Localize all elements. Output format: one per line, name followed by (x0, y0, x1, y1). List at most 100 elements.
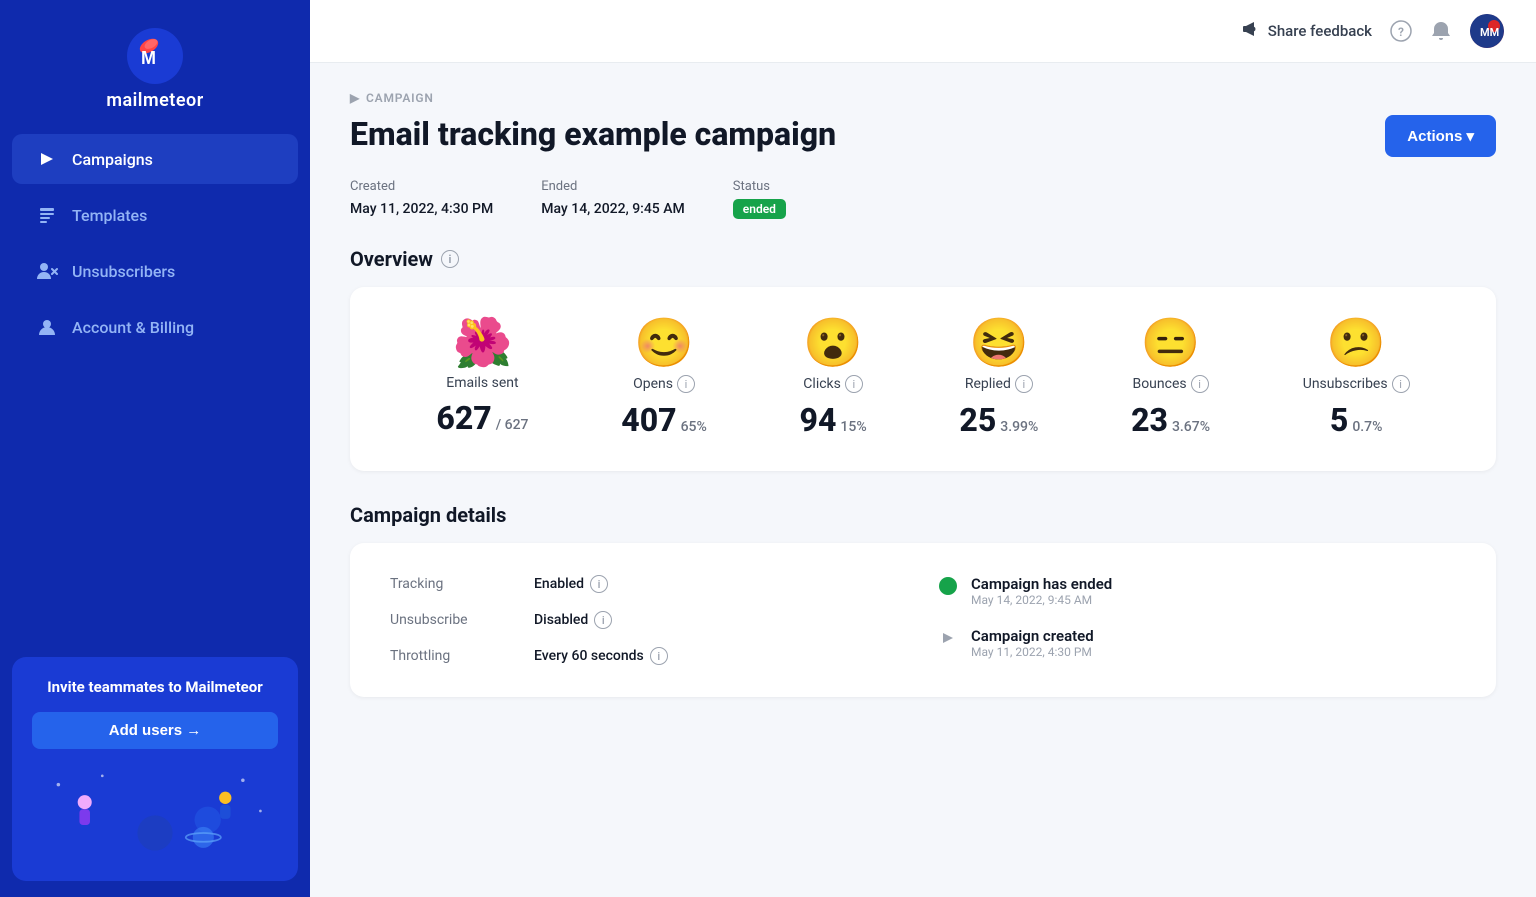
meta-created: Created May 11, 2022, 4:30 PM (350, 179, 493, 217)
meta-status: Status ended (733, 179, 786, 219)
help-icon[interactable]: ? (1390, 20, 1412, 42)
templates-icon (36, 204, 58, 226)
timeline-created-content: Campaign created May 11, 2022, 4:30 PM (971, 627, 1094, 659)
status-label: Status (733, 179, 786, 194)
add-users-button[interactable]: Add users → (32, 712, 278, 749)
timeline-created-title: Campaign created (971, 627, 1094, 645)
campaign-details-card: Tracking Enabled i Unsubscribe Disabled … (350, 543, 1496, 697)
stat-replied: 😆 Replied i 25 3.99% (959, 319, 1038, 439)
unsubscribes-label: Unsubscribes i (1303, 375, 1410, 393)
throttling-key: Throttling (390, 648, 510, 664)
logo-area: M mailmeteor (0, 0, 310, 131)
clicks-info-icon[interactable]: i (845, 375, 863, 393)
clicks-label: Clicks i (803, 375, 863, 393)
svg-text:?: ? (1398, 25, 1404, 39)
topbar: Share feedback ? MM (310, 0, 1536, 63)
timeline-ended-content: Campaign has ended May 14, 2022, 9:45 AM (971, 575, 1112, 607)
tracking-val: Enabled i (534, 575, 608, 593)
nav-campaigns-label: Campaigns (72, 150, 153, 169)
bounces-emoji: 😑 (1141, 319, 1201, 367)
invite-box: Invite teammates to Mailmeteor Add users… (12, 657, 298, 881)
timeline-ended-date: May 14, 2022, 9:45 AM (971, 593, 1112, 607)
invite-illustration (32, 761, 278, 861)
opens-value: 407 65% (621, 401, 707, 439)
created-label: Created (350, 179, 493, 194)
breadcrumb: ▶ CAMPAIGN (350, 91, 1496, 105)
detail-throttling: Throttling Every 60 seconds i (390, 647, 907, 665)
emails-sent-value: 627 / 627 (436, 399, 528, 437)
opens-emoji: 😊 (634, 319, 694, 367)
meta-row: Created May 11, 2022, 4:30 PM Ended May … (350, 179, 1496, 219)
nav-account-billing[interactable]: Account & Billing (12, 302, 298, 352)
throttling-val: Every 60 seconds i (534, 647, 668, 665)
stat-opens: 😊 Opens i 407 65% (621, 319, 707, 439)
unsubscribe-info-icon[interactable]: i (594, 611, 612, 629)
nav-templates-label: Templates (72, 206, 147, 225)
page-header: Email tracking example campaign Actions … (350, 115, 1496, 157)
page-title: Email tracking example campaign (350, 115, 836, 153)
details-grid: Tracking Enabled i Unsubscribe Disabled … (390, 575, 1456, 665)
bounces-value: 23 3.67% (1131, 401, 1210, 439)
overview-section-title: Overview i (350, 247, 1496, 271)
replied-value: 25 3.99% (959, 401, 1038, 439)
overview-info-icon[interactable]: i (441, 250, 459, 268)
account-icon (36, 316, 58, 338)
unsubscribes-value: 5 0.7% (1330, 401, 1383, 439)
bounces-info-icon[interactable]: i (1191, 375, 1209, 393)
nav-unsubscribers[interactable]: Unsubscribers (12, 246, 298, 296)
detail-tracking: Tracking Enabled i (390, 575, 907, 593)
unsubscribes-info-icon[interactable]: i (1392, 375, 1410, 393)
app-name: mailmeteor (106, 90, 203, 111)
timeline-arrow-icon (939, 629, 957, 647)
emails-sent-label: Emails sent (446, 375, 518, 391)
ended-value: May 14, 2022, 9:45 AM (541, 201, 685, 217)
replied-info-icon[interactable]: i (1015, 375, 1033, 393)
meta-ended: Ended May 14, 2022, 9:45 AM (541, 179, 685, 217)
timeline-created: Campaign created May 11, 2022, 4:30 PM (939, 627, 1456, 659)
emails-sent-emoji: 🌺 (453, 319, 513, 367)
opens-info-icon[interactable]: i (677, 375, 695, 393)
nav-campaigns[interactable]: Campaigns (12, 134, 298, 184)
unsubscribe-key: Unsubscribe (390, 612, 510, 628)
share-feedback-label: Share feedback (1268, 22, 1372, 40)
nav-templates[interactable]: Templates (12, 190, 298, 240)
timeline-dot-green (939, 577, 957, 595)
actions-button[interactable]: Actions ▾ (1385, 115, 1496, 157)
overview-card: 🌺 Emails sent 627 / 627 😊 Opens i 407 65… (350, 287, 1496, 471)
user-avatar[interactable]: MM (1470, 14, 1504, 48)
throttling-info-icon[interactable]: i (650, 647, 668, 665)
nav-unsubscribers-label: Unsubscribers (72, 262, 175, 281)
details-table: Tracking Enabled i Unsubscribe Disabled … (390, 575, 907, 665)
status-badge: ended (733, 199, 786, 219)
page-body: ▶ CAMPAIGN Email tracking example campai… (310, 63, 1536, 897)
stat-clicks: 😮 Clicks i 94 15% (800, 319, 867, 439)
share-feedback-button[interactable]: Share feedback (1241, 19, 1372, 43)
replied-emoji: 😆 (969, 319, 1029, 367)
opens-label: Opens i (633, 375, 695, 393)
unsubscribers-icon (36, 260, 58, 282)
tracking-info-icon[interactable]: i (590, 575, 608, 593)
sidebar: M mailmeteor Campaigns Templates Unsubsc… (0, 0, 310, 897)
stat-unsubscribes: 😕 Unsubscribes i 5 0.7% (1303, 319, 1410, 439)
campaign-details-section-title: Campaign details (350, 503, 1496, 527)
replied-label: Replied i (965, 375, 1033, 393)
breadcrumb-label: CAMPAIGN (366, 91, 434, 105)
timeline-ended: Campaign has ended May 14, 2022, 9:45 AM (939, 575, 1456, 607)
svg-text:M: M (141, 48, 156, 68)
clicks-emoji: 😮 (803, 319, 863, 367)
notifications-icon[interactable] (1430, 20, 1452, 42)
tracking-key: Tracking (390, 576, 510, 592)
unsubscribe-val: Disabled i (534, 611, 612, 629)
megaphone-icon (1241, 19, 1261, 43)
svg-text:MM: MM (1480, 26, 1499, 39)
campaign-timeline: Campaign has ended May 14, 2022, 9:45 AM… (939, 575, 1456, 665)
timeline-created-date: May 11, 2022, 4:30 PM (971, 645, 1094, 659)
stat-emails-sent: 🌺 Emails sent 627 / 627 (436, 319, 528, 439)
stat-bounces: 😑 Bounces i 23 3.67% (1131, 319, 1210, 439)
nav-account-label: Account & Billing (72, 318, 194, 337)
bounces-label: Bounces i (1132, 375, 1208, 393)
timeline-ended-title: Campaign has ended (971, 575, 1112, 593)
logo-icon: M (127, 28, 183, 84)
unsubscribes-emoji: 😕 (1326, 319, 1386, 367)
created-value: May 11, 2022, 4:30 PM (350, 201, 493, 217)
